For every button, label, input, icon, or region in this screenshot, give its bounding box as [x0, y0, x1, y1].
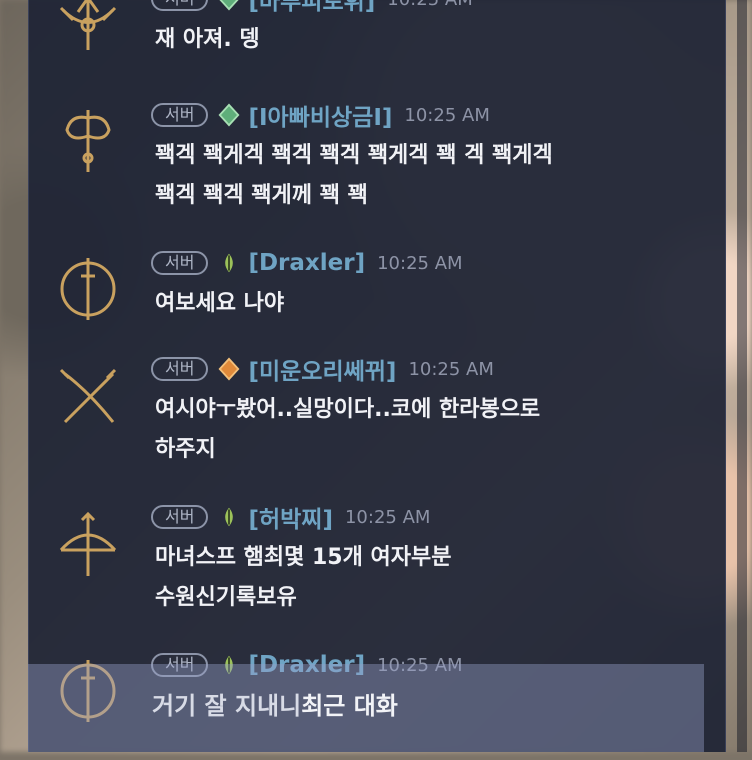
- chat-message: 서버 [미운오리쎄뀌] 10:25 AM 여시야ㅜ봤어..실망이다..코에 한라…: [29, 354, 725, 474]
- message-header: 서버 [허박찌] 10:25 AM: [151, 500, 431, 534]
- sender-name[interactable]: [Draxler]: [248, 250, 365, 276]
- message-text: 여보세요 나야: [155, 284, 695, 324]
- double-axe-icon: [51, 104, 125, 178]
- chat-message: 서버 [마루피토휘] 10:25 AM 재 아져. 뎅: [29, 0, 725, 74]
- chat-message: 서버 [Draxler] 10:25 AM 여보세요 나야: [29, 248, 725, 338]
- sender-name[interactable]: [허박찌]: [248, 500, 333, 534]
- chat-panel: 서버 [마루피토휘] 10:25 AM 재 아져. 뎅 서버 [I아빠비상금I]…: [28, 0, 747, 752]
- message-line: 꽥겍 꽥겍 꽥게께 꽥 꽥: [155, 183, 368, 208]
- server-badge: 서버: [151, 251, 209, 275]
- message-time: 10:25 AM: [404, 104, 490, 126]
- message-text: 재 아져. 뎅: [155, 20, 695, 60]
- orange-gem-class-icon: [216, 356, 242, 382]
- leaf-class-icon: [216, 504, 242, 530]
- message-time: 10:25 AM: [408, 358, 494, 380]
- bow-icon: [51, 508, 125, 582]
- message-text: 꽥겍 꽥게겍 꽥겍 꽥겍 꽥게겍 꽥 겍 꽥게겍 꽥겍 꽥겍 꽥게께 꽥 꽥: [155, 136, 695, 216]
- crossed-blades-icon: [51, 360, 125, 434]
- sword-circle-icon: [51, 252, 125, 326]
- recent-chat-bar[interactable]: 거기 잘 지내니최근 대화: [28, 664, 704, 752]
- message-text: 마녀스프 햄최몇 15개 여자부분 수원신기록보유: [155, 538, 695, 618]
- recent-chat-label: 최근 대화: [301, 692, 398, 720]
- chat-message: 서버 [I아빠비상금I] 10:25 AM 꽥겍 꽥게겍 꽥겍 꽥겍 꽥게겍 꽥…: [29, 100, 725, 220]
- sender-name[interactable]: [미운오리쎄뀌]: [248, 352, 396, 386]
- server-badge: 서버: [151, 505, 209, 529]
- recent-chat-text: 거기 잘 지내니최근 대화: [152, 686, 398, 721]
- winged-crossbow-icon: [51, 0, 125, 62]
- message-time: 10:25 AM: [377, 252, 463, 274]
- message-time: 10:25 AM: [387, 0, 472, 10]
- message-line: 꽥겍 꽥게겍 꽥겍 꽥겍 꽥게겍 꽥 겍 꽥게겍: [155, 143, 553, 168]
- gem-class-icon: [216, 102, 242, 128]
- message-line: 여보세요 나야: [155, 291, 285, 316]
- sender-name[interactable]: [마루피토휘]: [248, 0, 375, 16]
- message-text: 여시야ㅜ봤어..실망이다..코에 한라봉으로 하주지: [155, 390, 695, 470]
- sender-name[interactable]: [I아빠비상금I]: [248, 98, 392, 132]
- message-time: 10:25 AM: [344, 506, 431, 528]
- gem-class-icon: [216, 0, 242, 12]
- message-header: 서버 [마루피토휘] 10:25 AM: [151, 0, 473, 16]
- server-badge: 서버: [151, 357, 209, 381]
- message-line: 여시야ㅜ봤어..실망이다..코에 한라봉으로: [155, 397, 541, 422]
- chat-message: 서버 [허박찌] 10:25 AM 마녀스프 햄최몇 15개 여자부분 수원신기…: [29, 502, 725, 622]
- message-line: 재 아져. 뎅: [155, 27, 260, 52]
- last-message-preview: 거기 잘 지내니: [152, 692, 302, 720]
- leaf-class-icon: [216, 250, 242, 276]
- server-badge: 서버: [151, 0, 209, 11]
- message-header: 서버 [I아빠비상금I] 10:25 AM: [151, 98, 490, 132]
- message-header: 서버 [미운오리쎄뀌] 10:25 AM: [151, 352, 494, 386]
- message-line: 수원신기록보유: [155, 585, 297, 610]
- message-line: 마녀스프 햄최몇 15개 여자부분: [155, 545, 452, 570]
- message-line: 하주지: [155, 437, 216, 462]
- message-header: 서버 [Draxler] 10:25 AM: [151, 248, 463, 278]
- chat-scrollbar[interactable]: [737, 0, 747, 752]
- server-badge: 서버: [151, 103, 209, 127]
